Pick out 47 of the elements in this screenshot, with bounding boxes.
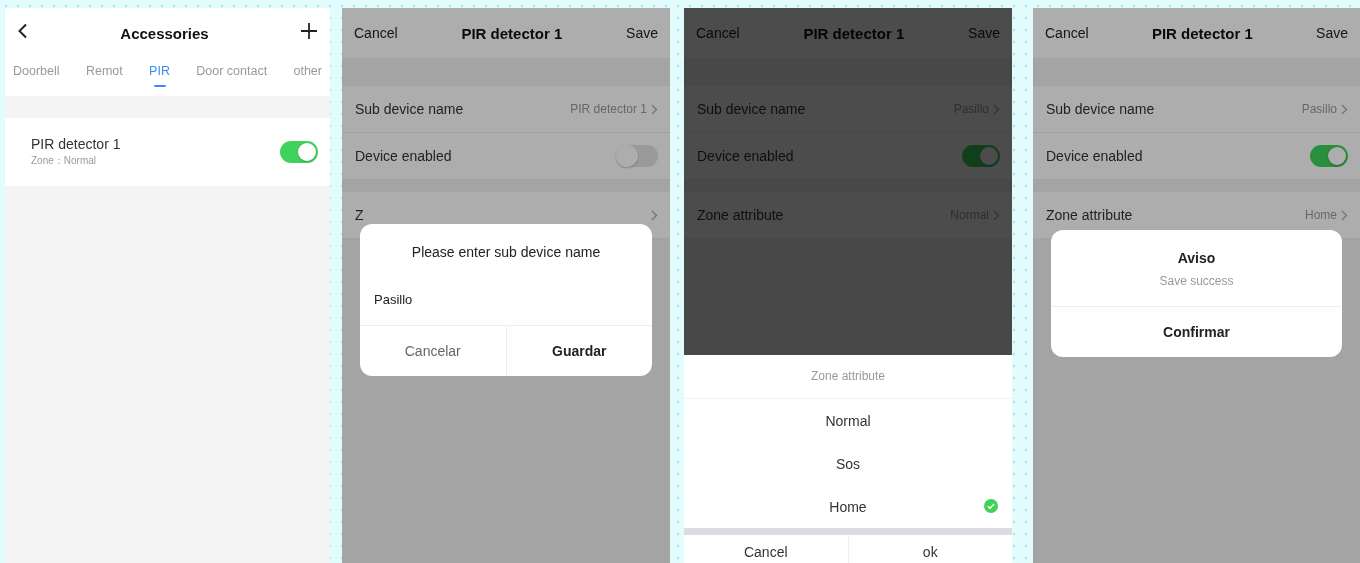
plus-icon	[300, 22, 318, 40]
save-button[interactable]: Save	[626, 25, 658, 41]
chevron-icon	[651, 209, 658, 221]
settings-row[interactable]: Sub device name Pasillo	[1033, 86, 1360, 133]
dialog-title: Please enter sub device name	[410, 243, 602, 260]
device-card[interactable]: PIR detector 1 Zone：Normal	[5, 118, 330, 186]
row-value: PIR detector 1	[570, 102, 647, 116]
save-button[interactable]: Save	[1316, 25, 1348, 41]
toggle-switch[interactable]	[280, 141, 318, 163]
screen-title: PIR detector 1	[1151, 24, 1253, 42]
settings-row[interactable]: Device enabled	[1033, 133, 1360, 180]
row-value: Pasillo	[1301, 102, 1337, 116]
chevron-icon	[651, 103, 658, 115]
device-zone: Zone：Normal	[31, 154, 98, 168]
row-label: Sub device name	[1046, 101, 1155, 117]
cancel-button[interactable]: Cancel	[1045, 25, 1089, 41]
cancel-button[interactable]: Cancel	[354, 25, 398, 41]
row-label: Sub device name	[355, 101, 464, 117]
settings-row[interactable]: Sub device name PIR detector 1	[342, 86, 670, 133]
back-icon	[17, 23, 29, 39]
row-label: Z	[355, 207, 364, 223]
toggle-switch[interactable]	[1310, 145, 1348, 167]
sheet-button[interactable]: Cancel	[684, 535, 848, 563]
row-label: Device enabled	[697, 148, 794, 164]
row-label: Device enabled	[355, 148, 452, 164]
chevron-icon	[1341, 103, 1348, 115]
sheet-option[interactable]: Normal	[684, 399, 1012, 442]
row-label: Device enabled	[1046, 148, 1143, 164]
dialog-button[interactable]: Guardar	[505, 326, 652, 376]
screen-title: Accessories	[120, 24, 209, 42]
settings-row[interactable]: Device enabled	[342, 133, 670, 180]
device-name: PIR detector 1	[31, 136, 121, 152]
row-label: Zone attribute	[697, 207, 784, 223]
screen-title: PIR detector 1	[803, 24, 905, 42]
screen-title: PIR detector 1	[461, 24, 563, 42]
dialog-button[interactable]: Cancelar	[360, 326, 506, 376]
sheet-title: Zone attribute	[684, 355, 1012, 399]
sheet-option[interactable]: Home	[684, 485, 1012, 528]
row-label: Zone attribute	[1046, 207, 1133, 223]
alert-title: Aviso	[1176, 249, 1217, 266]
row-label: Sub device name	[697, 101, 806, 117]
alert-message: Save success	[1158, 273, 1235, 290]
sheet-option[interactable]: Sos	[684, 442, 1012, 485]
confirm-button[interactable]: Confirmar	[1051, 307, 1342, 357]
chevron-icon	[1341, 209, 1348, 221]
row-value: Home	[1305, 208, 1337, 222]
sheet-button[interactable]: ok	[847, 535, 1012, 563]
